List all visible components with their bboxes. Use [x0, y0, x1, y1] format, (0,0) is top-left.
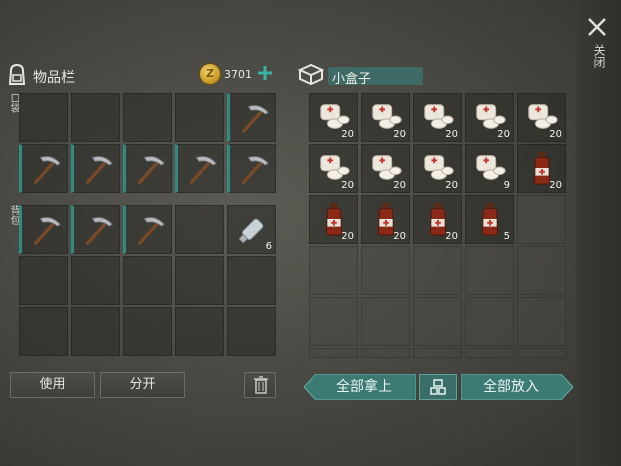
- box-slot[interactable]: 20: [361, 93, 410, 142]
- inventory-slot[interactable]: [123, 205, 172, 254]
- item-count: 20: [445, 231, 458, 242]
- sort-button[interactable]: [419, 374, 457, 400]
- inventory-slot[interactable]: [19, 144, 68, 193]
- box-slot[interactable]: [517, 246, 566, 295]
- side-panel: [576, 0, 621, 466]
- inventory-slot[interactable]: [123, 256, 172, 305]
- backpack-icon: [8, 63, 26, 85]
- box-slot[interactable]: 5: [465, 195, 514, 244]
- box-slot[interactable]: 20: [465, 93, 514, 142]
- inventory-title: 物品栏: [33, 70, 75, 86]
- close-label[interactable]: 关闭: [590, 44, 606, 68]
- coin-icon: Z: [200, 64, 220, 84]
- inventory-slot[interactable]: 6: [227, 205, 276, 254]
- coin-count: 3701: [224, 68, 252, 81]
- inventory-slot[interactable]: [175, 144, 224, 193]
- pickaxe-icon: [137, 217, 165, 245]
- inventory-slot[interactable]: [227, 307, 276, 356]
- box-slot[interactable]: 20: [413, 144, 462, 193]
- item-count: 20: [445, 180, 458, 191]
- box-slot[interactable]: [361, 246, 410, 295]
- box-slot[interactable]: [361, 297, 410, 346]
- inventory-slot[interactable]: [227, 144, 276, 193]
- pickaxe-icon: [137, 156, 165, 184]
- box-icon: [298, 63, 324, 86]
- box-title: 小盒子: [328, 67, 423, 87]
- inventory-slot[interactable]: [175, 256, 224, 305]
- pickaxe-icon: [85, 217, 113, 245]
- box-slot[interactable]: 20: [309, 144, 358, 193]
- item-count: 20: [549, 180, 562, 191]
- pickaxe-icon: [33, 156, 61, 184]
- box-slot[interactable]: 9: [465, 144, 514, 193]
- inventory-slot[interactable]: [19, 307, 68, 356]
- inventory-slot[interactable]: [71, 307, 120, 356]
- box-slot[interactable]: [465, 297, 514, 346]
- box-slot[interactable]: 20: [517, 93, 566, 142]
- box-slot[interactable]: [413, 348, 462, 358]
- box-slot[interactable]: [413, 246, 462, 295]
- box-slot[interactable]: [517, 348, 566, 358]
- box-slot[interactable]: 20: [361, 195, 410, 244]
- inventory-slot[interactable]: [175, 307, 224, 356]
- put-all-button[interactable]: 全部放入: [461, 374, 561, 400]
- item-count: 20: [393, 180, 406, 191]
- pickaxe-icon: [241, 105, 269, 133]
- box-slot[interactable]: [309, 297, 358, 346]
- use-button[interactable]: 使用: [10, 372, 95, 398]
- split-button[interactable]: 分开: [100, 372, 185, 398]
- box-slot[interactable]: 20: [309, 93, 358, 142]
- inventory-slot[interactable]: [71, 205, 120, 254]
- inventory-slot[interactable]: [19, 93, 68, 142]
- item-count: 20: [341, 231, 354, 242]
- inventory-slot[interactable]: [123, 144, 172, 193]
- box-slot[interactable]: [517, 195, 566, 244]
- item-count: 20: [497, 129, 510, 140]
- item-count: 20: [341, 129, 354, 140]
- box-slot[interactable]: [309, 246, 358, 295]
- box-slot[interactable]: 20: [361, 144, 410, 193]
- inventory-slot[interactable]: [19, 256, 68, 305]
- box-slot[interactable]: 20: [413, 93, 462, 142]
- item-count: 20: [393, 129, 406, 140]
- box-title-text: 小盒子: [332, 72, 372, 87]
- pickaxe-icon: [33, 217, 61, 245]
- box-slot[interactable]: [361, 348, 410, 358]
- box-slot[interactable]: [517, 297, 566, 346]
- inventory-slot[interactable]: [71, 93, 120, 142]
- inventory-slot[interactable]: [175, 93, 224, 142]
- box-slot[interactable]: [465, 246, 514, 295]
- inventory-slot[interactable]: [19, 205, 68, 254]
- inventory-slot[interactable]: [227, 93, 276, 142]
- item-count: 20: [393, 231, 406, 242]
- box-slot[interactable]: [465, 348, 514, 358]
- inventory-slot[interactable]: [175, 205, 224, 254]
- box-slot[interactable]: [413, 297, 462, 346]
- inventory-slot[interactable]: [227, 256, 276, 305]
- trash-icon: [254, 376, 268, 394]
- item-count: 20: [549, 129, 562, 140]
- grid-icon: [430, 379, 446, 395]
- inventory-slot[interactable]: [71, 144, 120, 193]
- take-all-button[interactable]: 全部拿上: [314, 374, 414, 400]
- pickaxe-icon: [241, 156, 269, 184]
- item-count: 5: [503, 231, 510, 242]
- item-count: 9: [503, 180, 510, 191]
- box-slot[interactable]: [309, 348, 358, 358]
- close-icon[interactable]: [586, 16, 608, 38]
- pickaxe-icon: [85, 156, 113, 184]
- inventory-slot[interactable]: [71, 256, 120, 305]
- pickaxe-icon: [189, 156, 217, 184]
- inventory-slot[interactable]: [123, 93, 172, 142]
- trash-button[interactable]: [244, 372, 276, 398]
- box-slot[interactable]: 20: [517, 144, 566, 193]
- box-slot[interactable]: 20: [309, 195, 358, 244]
- box-slot[interactable]: 20: [413, 195, 462, 244]
- item-count: 20: [445, 129, 458, 140]
- inventory-slot[interactable]: [123, 307, 172, 356]
- item-count: 6: [265, 241, 272, 252]
- add-coins-button[interactable]: [256, 64, 274, 82]
- item-count: 20: [341, 180, 354, 191]
